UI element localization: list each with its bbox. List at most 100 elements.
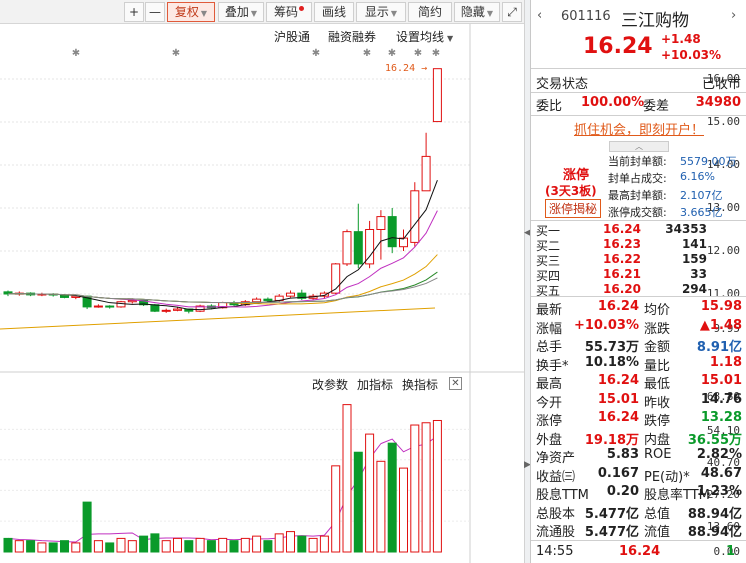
quote-label: 涨跌 (644, 321, 671, 337)
change-indicator-button[interactable]: 换指标 (402, 376, 438, 393)
limit-item-value: 5579.00万 (680, 155, 737, 168)
quote-label: 净资产 (536, 451, 576, 466)
tick-price: 16.24 (619, 544, 661, 559)
quote-value: 14.76 (700, 391, 742, 407)
volume-bar (71, 542, 81, 553)
quote-row: 涨停 16.24 跌停 13.28 (531, 410, 746, 429)
limit-board-count: (3天3板) (545, 184, 597, 198)
bid-volume: 34353 (665, 222, 707, 236)
volume-bar (410, 424, 420, 553)
quote-value: 19.18万 (584, 432, 639, 448)
candle-body (387, 216, 397, 248)
weibi-value: 100.00% (581, 95, 645, 110)
next-stock-icon[interactable]: › (731, 8, 736, 23)
quote-label: 涨幅 (536, 321, 563, 337)
quote-label: 跌停 (644, 414, 671, 429)
quote-value: 15.01 (597, 391, 639, 407)
quote-value: 15.98 (700, 299, 742, 314)
volume-bar (263, 540, 273, 553)
quote-label: 均价 (644, 303, 671, 318)
volume-bar (365, 433, 375, 553)
volume-bar (399, 467, 408, 553)
limit-reveal-button[interactable]: 涨停揭秘 (545, 199, 602, 218)
quote-label: PE(动)* (644, 469, 690, 485)
prev-stock-icon[interactable]: ‹ (537, 8, 542, 23)
kline-chart[interactable]: ✱ ✱ ✱ ✱ ✱ ✱ ✱ (0, 0, 524, 563)
bid-volume: 33 (690, 267, 707, 281)
volume-bar (286, 531, 295, 553)
volume-bar (206, 540, 216, 553)
divider (531, 92, 746, 93)
candle-body (365, 229, 375, 265)
chevron-up-icon[interactable]: ︿ (609, 141, 669, 152)
event-markers: ✱ ✱ ✱ ✱ ✱ ✱ ✱ (72, 48, 440, 59)
quote-label: 总值 (644, 506, 671, 522)
limit-item-label: 最高封单额: (608, 189, 667, 202)
quote-value: 8.91亿 (696, 340, 742, 355)
max-price-value: 16.24 (385, 63, 416, 74)
quote-value: 15.01 (700, 373, 742, 388)
quote-row: 总手 55.73万 金额 8.91亿 (531, 336, 746, 355)
quote-value: 36.55万 (687, 432, 742, 448)
candle-body (432, 68, 442, 123)
volume-bar (116, 537, 126, 553)
limit-item-value: 3.665亿 (680, 206, 723, 219)
volume-bar (240, 537, 250, 553)
candle-body (376, 216, 386, 231)
limit-up-box: 涨停 (3天3板) 涨停揭秘 当前封单额: 5579.00万 封单占成交: 6.… (531, 152, 746, 220)
quote-row: 股息TTM 0.20 股息率TTM 1.23% (531, 484, 746, 503)
candle-body (105, 305, 115, 308)
bid-volume: 159 (681, 252, 707, 266)
quote-row: 最高 16.24 最低 15.01 (531, 373, 746, 392)
volume-bar (37, 542, 47, 553)
candle-body (161, 309, 171, 312)
quote-label: 今开 (536, 395, 563, 411)
volume-bar (184, 540, 194, 553)
quote-value: 88.94亿 (687, 525, 742, 540)
volume-bar (342, 404, 352, 553)
stock-name: 三江购物 (621, 11, 689, 31)
volume-bar (14, 540, 24, 553)
volume-bar (139, 535, 149, 553)
volume-bar (387, 442, 397, 553)
trade-status: 交易状态 已收市 (531, 73, 746, 92)
event-star-icon: ✱ (172, 48, 180, 59)
add-indicator-button[interactable]: 加指标 (357, 376, 393, 393)
bid-row[interactable]: 买一 16.24 34353 (531, 222, 746, 238)
quote-label: ROE (644, 447, 672, 462)
tick-volume: 1 (725, 544, 735, 559)
quote-value: +10.03% (573, 317, 639, 333)
quote-value: ▲1.48 (699, 317, 742, 333)
open-account-link[interactable]: 抓住机会，即刻开户！ (574, 123, 704, 138)
bid-price: 16.21 (603, 267, 641, 281)
divider (531, 296, 746, 297)
volume-bar (229, 540, 239, 553)
bid-row[interactable]: 买四 16.21 33 (531, 267, 746, 283)
volume-bar (93, 540, 103, 553)
volume-bar (60, 540, 69, 553)
volume-bar (3, 537, 13, 553)
bid-price: 16.22 (603, 252, 641, 266)
ma-line (7, 271, 438, 304)
quote-row: 最新 16.24 均价 15.98 (531, 299, 746, 318)
volume-bar (195, 537, 205, 553)
divider (531, 68, 746, 69)
bid-row[interactable]: 买三 16.22 159 (531, 252, 746, 268)
limit-item-label: 当前封单额: (608, 155, 667, 168)
quote-row: 换手* 10.18% 量比 1.18 (531, 355, 746, 374)
promo-row: 抓住机会，即刻开户！ (531, 119, 746, 138)
max-price-label: 16.24 → (385, 63, 428, 74)
event-star-icon: ✱ (312, 48, 320, 59)
volume-bar (319, 535, 329, 553)
event-star-icon: ✱ (363, 48, 371, 59)
quote-value: 88.94亿 (687, 506, 742, 522)
modify-params-button[interactable]: 改参数 (312, 376, 348, 393)
close-icon[interactable]: ✕ (449, 377, 462, 390)
quote-value: 1.23% (696, 484, 742, 499)
volume-bar (48, 542, 58, 553)
candle-body (116, 301, 126, 308)
bid-row[interactable]: 买五 16.20 294 (531, 282, 746, 298)
quote-label: 昨收 (644, 395, 671, 411)
bid-row[interactable]: 买二 16.23 141 (531, 237, 746, 253)
quote-row: 总股本 5.477亿 总值 88.94亿 (531, 503, 746, 522)
